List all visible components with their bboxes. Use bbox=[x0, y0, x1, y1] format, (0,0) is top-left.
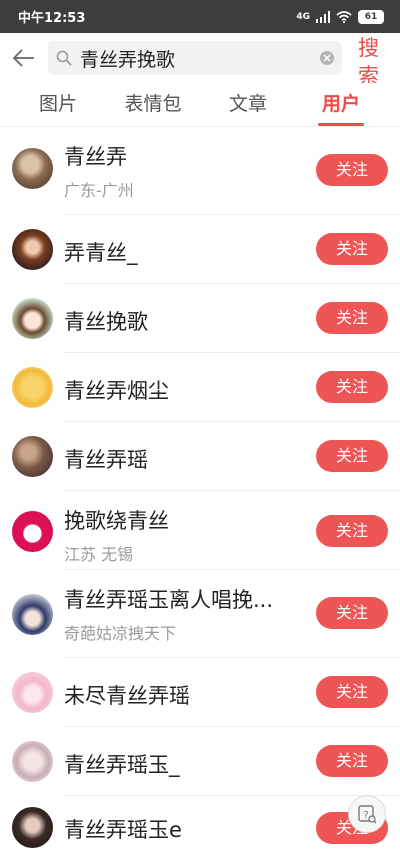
follow-button[interactable]: 关注 bbox=[316, 515, 388, 547]
user-name: 未尽青丝弄瑶 bbox=[64, 684, 190, 708]
tab-bar: 图片 表情包 文章 用户 bbox=[0, 83, 400, 127]
avatar bbox=[12, 672, 53, 713]
user-location: 奇葩姑凉拽天下 bbox=[64, 624, 177, 643]
user-name: 青丝弄瑶玉_ bbox=[64, 753, 180, 777]
user-name: 挽歌绕青丝 bbox=[64, 509, 169, 533]
search-query[interactable]: 青丝弄挽歌 bbox=[80, 45, 320, 72]
avatar bbox=[12, 741, 53, 782]
follow-button[interactable]: 关注 bbox=[316, 597, 388, 629]
status-icons: 4G 61 bbox=[296, 9, 384, 24]
avatar bbox=[12, 148, 53, 189]
avatar bbox=[12, 229, 53, 270]
list-item[interactable]: 青丝弄瑶 关注 bbox=[0, 422, 400, 491]
tab-active-indicator bbox=[318, 123, 364, 126]
user-location: 江苏 无锡 bbox=[64, 545, 134, 564]
list-item[interactable]: 青丝弄瑶玉e 关注 bbox=[0, 796, 400, 865]
search-button[interactable]: 搜索 bbox=[358, 34, 386, 83]
search-icon bbox=[56, 50, 72, 66]
help-button[interactable]: ? bbox=[348, 795, 386, 833]
status-time: 中午12:53 bbox=[18, 11, 86, 26]
follow-button[interactable]: 关注 bbox=[316, 154, 388, 186]
follow-button[interactable]: 关注 bbox=[316, 745, 388, 777]
wifi-icon bbox=[336, 10, 352, 23]
avatar bbox=[12, 298, 53, 339]
avatar bbox=[12, 367, 53, 408]
battery-icon: 61 bbox=[358, 9, 384, 24]
list-item[interactable]: 青丝弄烟尘 关注 bbox=[0, 353, 400, 422]
clear-icon[interactable] bbox=[320, 51, 334, 65]
user-name: 青丝弄烟尘 bbox=[64, 379, 169, 403]
user-name: 青丝弄瑶玉e bbox=[64, 818, 182, 842]
avatar bbox=[12, 436, 53, 477]
list-item[interactable]: 弄青丝_ 关注 bbox=[0, 215, 400, 284]
tab-images[interactable]: 图片 bbox=[38, 83, 78, 127]
search-bar: 青丝弄挽歌 bbox=[0, 33, 400, 83]
follow-button[interactable]: 关注 bbox=[316, 676, 388, 708]
back-button[interactable] bbox=[10, 38, 38, 78]
status-bar: 中午12:53 4G 61 bbox=[0, 0, 400, 33]
tab-stickers[interactable]: 表情包 bbox=[122, 83, 184, 127]
user-location: 广东-广州 bbox=[64, 181, 134, 200]
user-list: 青丝弄 广东-广州 关注 弄青丝_ 关注 青丝挽歌 关注 青丝弄烟尘 关注 青丝… bbox=[0, 127, 400, 865]
follow-button[interactable]: 关注 bbox=[316, 233, 388, 265]
avatar bbox=[12, 807, 53, 848]
tab-users[interactable]: 用户 bbox=[320, 83, 362, 127]
list-item[interactable]: 挽歌绕青丝 江苏 无锡 关注 bbox=[0, 491, 400, 570]
list-item[interactable]: 青丝弄 广东-广州 关注 bbox=[0, 127, 400, 215]
user-name: 青丝弄 bbox=[64, 145, 127, 169]
arrow-left-icon bbox=[13, 49, 34, 67]
user-name: 青丝挽歌 bbox=[64, 310, 148, 334]
list-item[interactable]: 未尽青丝弄瑶 关注 bbox=[0, 658, 400, 727]
avatar bbox=[12, 511, 53, 552]
avatar bbox=[12, 594, 53, 635]
network-label: 4G bbox=[296, 11, 310, 22]
user-name: 弄青丝_ bbox=[64, 241, 138, 265]
tab-articles[interactable]: 文章 bbox=[226, 83, 270, 127]
list-item[interactable]: 青丝弄瑶玉离人唱挽... 奇葩姑凉拽天下 关注 bbox=[0, 570, 400, 658]
follow-button[interactable]: 关注 bbox=[316, 440, 388, 472]
list-item[interactable]: 青丝弄瑶玉_ 关注 bbox=[0, 727, 400, 796]
follow-button[interactable]: 关注 bbox=[316, 371, 388, 403]
help-icon: ? bbox=[358, 805, 377, 824]
svg-text:?: ? bbox=[363, 810, 368, 821]
signal-icon bbox=[316, 10, 330, 23]
follow-button[interactable]: 关注 bbox=[316, 302, 388, 334]
search-input[interactable]: 青丝弄挽歌 bbox=[48, 41, 342, 75]
user-name: 青丝弄瑶玉离人唱挽... bbox=[64, 588, 274, 612]
user-name: 青丝弄瑶 bbox=[64, 448, 148, 472]
list-item[interactable]: 青丝挽歌 关注 bbox=[0, 284, 400, 353]
